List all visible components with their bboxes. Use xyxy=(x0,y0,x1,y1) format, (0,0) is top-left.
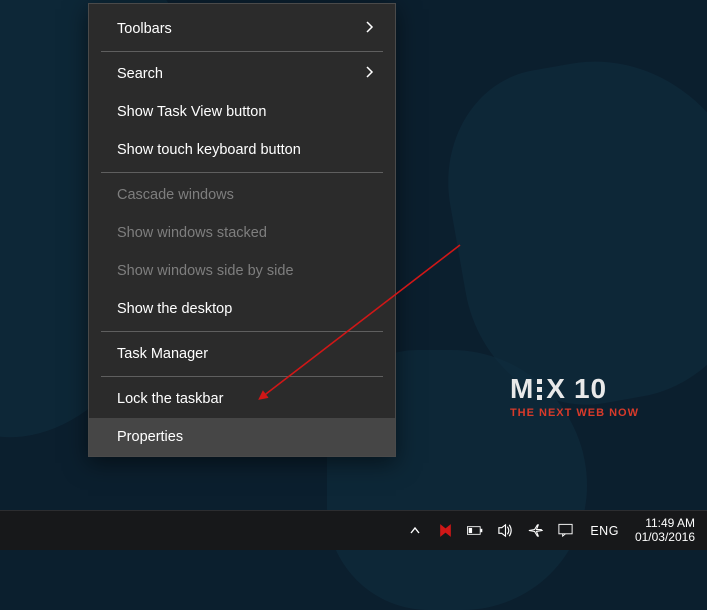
system-tray: ENG xyxy=(406,522,633,540)
menu-item-label: Show the desktop xyxy=(117,301,232,317)
menu-item-toolbars[interactable]: Toolbars xyxy=(89,10,395,48)
volume-icon[interactable] xyxy=(496,522,514,540)
menu-item-show-task-view-button[interactable]: Show Task View button xyxy=(89,93,395,131)
brand-dots-icon xyxy=(537,379,542,400)
show-hidden-icons[interactable] xyxy=(406,522,424,540)
clock-time: 11:49 AM xyxy=(645,517,695,531)
menu-item-search[interactable]: Search xyxy=(89,55,395,93)
menu-item-label: Toolbars xyxy=(117,21,172,37)
menu-item-cascade-windows: Cascade windows xyxy=(89,176,395,214)
menu-item-label: Show touch keyboard button xyxy=(117,142,301,158)
language-indicator[interactable]: ENG xyxy=(586,524,623,538)
menu-item-label: Search xyxy=(117,66,163,82)
menu-separator xyxy=(89,169,395,176)
menu-item-label: Task Manager xyxy=(117,346,208,362)
menu-item-show-windows-side-by-side: Show windows side by side xyxy=(89,252,395,290)
battery-icon[interactable] xyxy=(466,522,484,540)
brand-subtitle: THE NEXT WEB NOW xyxy=(510,407,639,419)
kaspersky-icon[interactable] xyxy=(436,522,454,540)
menu-item-label: Lock the taskbar xyxy=(117,391,223,407)
menu-item-task-manager[interactable]: Task Manager xyxy=(89,335,395,373)
taskbar-context-menu[interactable]: Toolbars Search Show Task View button Show … xyxy=(88,3,396,457)
menu-separator xyxy=(89,48,395,55)
menu-separator xyxy=(89,373,395,380)
menu-item-lock-the-taskbar[interactable]: Lock the taskbar xyxy=(89,380,395,418)
wallpaper-brand: M X 10 THE NEXT WEB NOW xyxy=(510,373,639,419)
menu-separator xyxy=(89,328,395,335)
menu-item-label: Show Task View button xyxy=(117,104,266,120)
menu-item-label: Show windows side by side xyxy=(117,263,294,279)
menu-item-properties[interactable]: Properties xyxy=(89,418,395,456)
airplane-mode-icon[interactable] xyxy=(526,522,544,540)
brand-title-b: X xyxy=(546,373,566,405)
menu-item-show-the-desktop[interactable]: Show the desktop xyxy=(89,290,395,328)
brand-title-a: M xyxy=(510,373,534,405)
menu-item-show-touch-keyboard-button[interactable]: Show touch keyboard button xyxy=(89,131,395,169)
brand-title-num: 10 xyxy=(574,373,607,405)
menu-item-label: Properties xyxy=(117,429,183,445)
brand-title: M X 10 xyxy=(510,373,639,405)
menu-item-show-windows-stacked: Show windows stacked xyxy=(89,214,395,252)
chevron-right-icon xyxy=(363,66,375,82)
taskbar[interactable]: ENG 11:49 AM 01/03/2016 xyxy=(0,510,707,550)
clock[interactable]: 11:49 AM 01/03/2016 xyxy=(633,517,701,545)
action-center-icon[interactable] xyxy=(556,522,574,540)
menu-item-label: Cascade windows xyxy=(117,187,234,203)
menu-item-label: Show windows stacked xyxy=(117,225,267,241)
clock-date: 01/03/2016 xyxy=(635,531,695,545)
chevron-right-icon xyxy=(363,21,375,37)
